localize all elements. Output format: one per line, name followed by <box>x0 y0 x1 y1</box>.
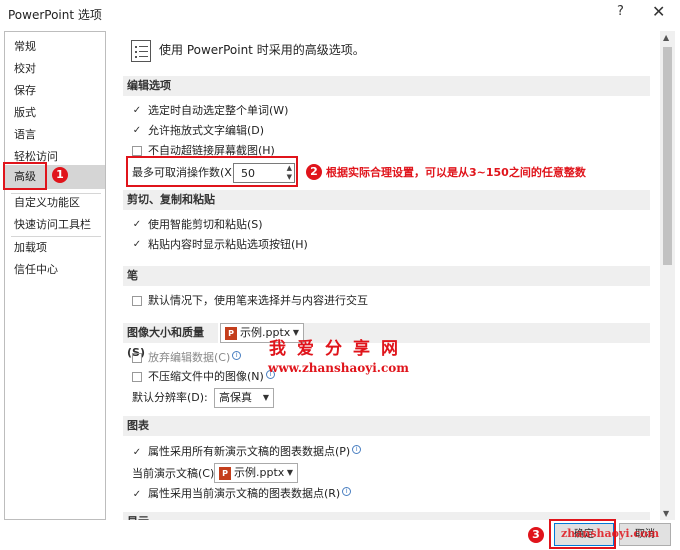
checkbox-checked[interactable]: ✓ <box>132 126 142 136</box>
sidebar-item-general[interactable]: 常规 <box>5 36 105 58</box>
highlight-undo-count <box>126 156 298 187</box>
section-chart: 图表 <box>123 416 650 436</box>
option-chart-current-presentation[interactable]: 属性采用当前演示文稿的图表数据点(R) i <box>148 487 352 501</box>
sidebar-item-customize-ribbon[interactable]: 自定义功能区 <box>5 192 105 214</box>
option-no-compress-images-label: 不压缩文件中的图像(N) <box>148 370 264 383</box>
window-title: PowerPoint 选项 <box>8 8 102 22</box>
annotation-note-2: 根据实际合理设置，可以是从3~150之间的任意整数 <box>326 166 586 179</box>
option-chart-all-new-presentations[interactable]: 属性采用所有新演示文稿的图表数据点(P) i <box>148 445 362 459</box>
default-resolution-value: 高保真 <box>219 391 252 404</box>
option-pen-select[interactable]: 默认情况下，使用笔来选择并与内容进行交互 <box>148 294 368 308</box>
advanced-options-panel: 使用 PowerPoint 时采用的高级选项。 编辑选项 ✓ 选定时自动选定整个… <box>113 31 660 520</box>
checkbox-checked[interactable]: ✓ <box>132 490 142 500</box>
checkbox-checked[interactable]: ✓ <box>132 448 142 458</box>
current-presentation-file: 示例.pptx <box>234 466 285 479</box>
option-select-whole-word[interactable]: 选定时自动选定整个单词(W) <box>148 104 288 118</box>
chevron-down-icon: ▼ <box>262 393 269 402</box>
scroll-thumb[interactable] <box>663 47 672 265</box>
sidebar-item-proofing[interactable]: 校对 <box>5 58 105 80</box>
step-badge-3: 3 <box>528 527 544 543</box>
scroll-up-icon[interactable]: ▲ <box>663 33 669 42</box>
step-badge-1: 1 <box>52 167 68 183</box>
sidebar-item-language[interactable]: 语言 <box>5 124 105 146</box>
option-discard-editing-data[interactable]: 放弃编辑数据(C) i <box>148 351 242 365</box>
checkbox-unchecked[interactable] <box>132 372 142 382</box>
info-icon: i <box>232 351 242 360</box>
section-cut-copy-paste: 剪切、复制和粘贴 <box>123 190 650 210</box>
title-bar: PowerPoint 选项 ? ✕ <box>0 0 680 28</box>
checkbox-checked[interactable]: ✓ <box>132 106 142 116</box>
scroll-down-icon[interactable]: ▼ <box>663 509 669 518</box>
option-drag-drop-text[interactable]: 允许拖放式文字编辑(D) <box>148 124 264 138</box>
options-scrollbar[interactable]: ▲ ▼ <box>660 31 675 520</box>
option-smart-cut-paste[interactable]: 使用智能剪切和粘贴(S) <box>148 218 263 232</box>
checkbox-unchecked[interactable] <box>132 146 142 156</box>
info-icon: i <box>342 487 352 496</box>
pptx-file-icon: P <box>219 466 231 480</box>
watermark-url-partial: zhanshaoyi.com <box>561 527 660 540</box>
option-show-paste-options[interactable]: 粘贴内容时显示粘贴选项按钮(H) <box>148 238 308 252</box>
options-sidebar: 常规 校对 保存 版式 语言 轻松访问 高级 自定义功能区 快速访问工具栏 加载… <box>4 31 106 520</box>
current-presentation-label: 当前演示文稿(C): <box>132 467 218 480</box>
current-presentation-select[interactable]: P 示例.pptx ▼ <box>214 463 298 483</box>
option-chart-current-label: 属性采用当前演示文稿的图表数据点(R) <box>148 487 341 500</box>
options-list-icon <box>131 40 151 62</box>
chevron-down-icon: ▼ <box>286 468 293 477</box>
page-title: 使用 PowerPoint 时采用的高级选项。 <box>159 43 365 57</box>
option-no-compress-images[interactable]: 不压缩文件中的图像(N) i <box>148 370 275 384</box>
sidebar-item-addins[interactable]: 加载项 <box>5 237 105 259</box>
watermark-brand: 我爱分享网 <box>269 339 409 359</box>
checkbox-checked[interactable]: ✓ <box>132 220 142 230</box>
sidebar-item-quick-access-toolbar[interactable]: 快速访问工具栏 <box>5 214 105 236</box>
checkbox-unchecked[interactable] <box>132 296 142 306</box>
option-chart-all-new-label: 属性采用所有新演示文稿的图表数据点(P) <box>148 445 351 458</box>
section-editing: 编辑选项 <box>123 76 650 96</box>
default-resolution-label: 默认分辨率(D): <box>132 391 208 404</box>
info-icon: i <box>352 445 362 454</box>
step-badge-2: 2 <box>306 164 322 180</box>
default-resolution-select[interactable]: 高保真 ▼ <box>214 388 274 408</box>
section-pen: 笔 <box>123 266 650 286</box>
help-icon[interactable]: ? <box>617 4 624 19</box>
watermark-url: www.zhanshaoyi.com <box>268 361 409 375</box>
sidebar-item-layout[interactable]: 版式 <box>5 102 105 124</box>
checkbox-checked[interactable]: ✓ <box>132 240 142 250</box>
section-image-size-quality: 图像大小和质量(S) <box>123 323 218 359</box>
sidebar-item-trust-center[interactable]: 信任中心 <box>5 259 105 281</box>
sidebar-item-save[interactable]: 保存 <box>5 80 105 102</box>
option-discard-editing-data-label: 放弃编辑数据(C) <box>148 351 231 364</box>
highlight-advanced <box>3 162 47 190</box>
checkbox-unchecked[interactable] <box>132 353 142 363</box>
close-icon[interactable]: ✕ <box>652 2 665 21</box>
pptx-file-icon: P <box>225 326 237 340</box>
